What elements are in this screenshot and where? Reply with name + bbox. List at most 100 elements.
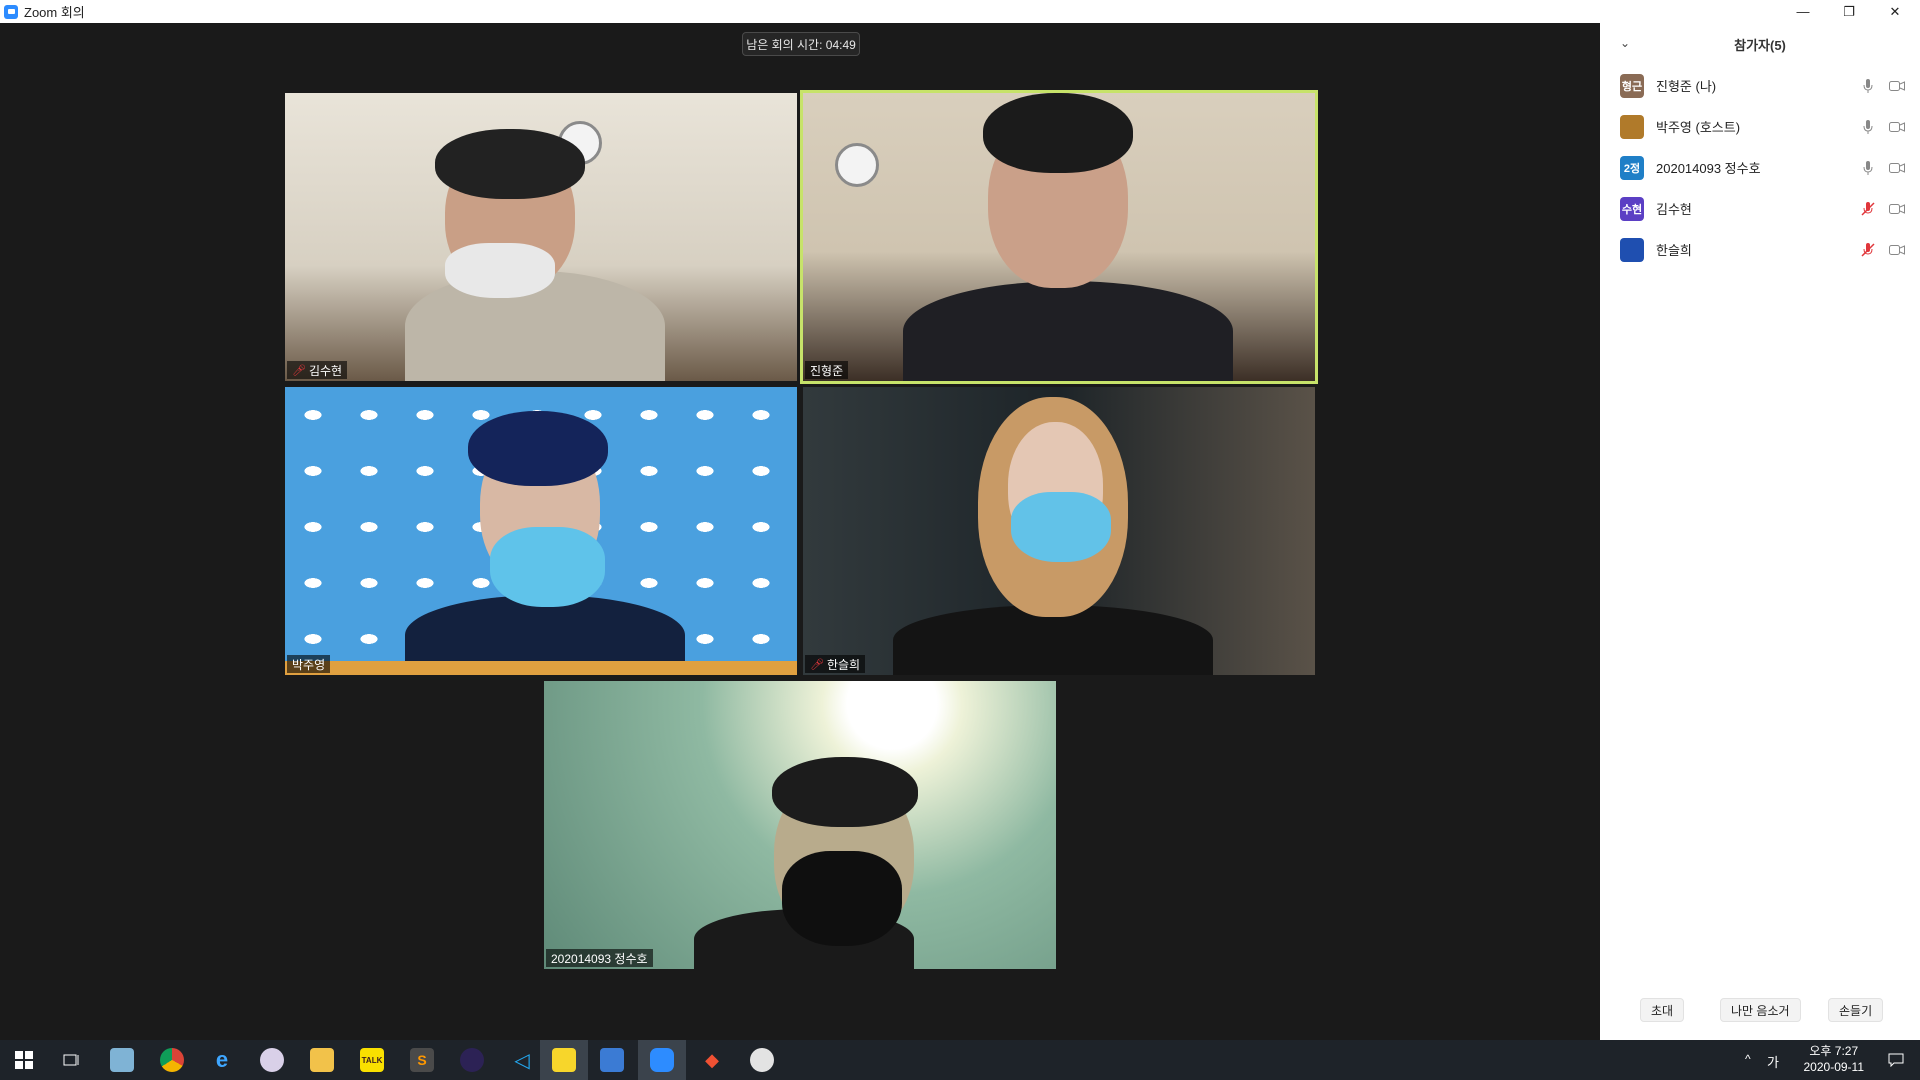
mic-on-icon[interactable]: [1860, 160, 1876, 176]
taskbar-app-kakaotalk[interactable]: TALK: [348, 1040, 396, 1080]
taskbar-app-vscode[interactable]: ◁: [498, 1040, 546, 1080]
chrome-icon: [160, 1048, 184, 1072]
participants-title: 참가자(5): [1734, 37, 1786, 53]
panel-footer: 초대 나만 음소거 손들기: [1600, 980, 1920, 1040]
video-camera-icon[interactable]: [1888, 78, 1906, 94]
dictionary-icon: [600, 1048, 624, 1072]
video-camera-icon[interactable]: [1888, 160, 1906, 176]
tile-name: 202014093 정수호: [551, 951, 648, 966]
task-view-button[interactable]: [48, 1040, 96, 1080]
participant-row[interactable]: 박주영 (호스트): [1600, 106, 1920, 147]
avatar: [1620, 237, 1644, 262]
avatar: 2정: [1620, 155, 1644, 180]
taskbar-app-notes[interactable]: [98, 1040, 146, 1080]
taskbar-app-sticky-notes[interactable]: [540, 1040, 588, 1080]
floor-strip: [285, 661, 797, 675]
windows-logo-icon: [15, 1051, 33, 1069]
notes-app-icon: [110, 1048, 134, 1072]
restore-button[interactable]: ❐: [1826, 0, 1872, 23]
minimize-button[interactable]: —: [1780, 0, 1826, 23]
remaining-time-badge: 남은 회의 시간: 04:49: [742, 32, 860, 56]
ime-indicator[interactable]: 가: [1767, 1052, 1779, 1071]
eclipse-icon: [460, 1048, 484, 1072]
participant-row[interactable]: 수현 김수현: [1600, 188, 1920, 229]
mic-on-icon[interactable]: [1860, 78, 1876, 94]
tile-nameplate: 진형준: [805, 361, 849, 379]
mic-on-icon[interactable]: [1860, 119, 1876, 135]
mic-muted-icon[interactable]: [1860, 242, 1876, 258]
tile-name: 진형준: [810, 363, 844, 378]
participant-name: 202014093 정수호: [1656, 161, 1761, 176]
mute-me-button[interactable]: 나만 음소거: [1720, 998, 1801, 1022]
video-tile-kim-suhyun[interactable]: 🎤︎ 김수현: [285, 93, 797, 381]
avatar: 형근: [1620, 73, 1644, 98]
close-button[interactable]: ✕: [1872, 0, 1918, 23]
video-tile-jin-hyeongjun[interactable]: 진형준: [800, 90, 1318, 384]
taskbar-app-dictionary[interactable]: [588, 1040, 636, 1080]
sublime-text-icon: S: [410, 1048, 434, 1072]
tile-nameplate: 🎤︎ 한슬희: [805, 655, 866, 673]
taskbar-app-paint[interactable]: [248, 1040, 296, 1080]
window-titlebar: Zoom 회의 — ❐ ✕: [0, 0, 1920, 23]
avatar: [1620, 114, 1644, 139]
face-mask: [1011, 492, 1111, 562]
notification-center-button[interactable]: [1872, 1040, 1920, 1080]
participant-name: 진형준 (나): [1656, 79, 1717, 94]
avatar: 수현: [1620, 196, 1644, 221]
muted-mic-icon: 🎤︎: [810, 658, 824, 671]
kakaotalk-icon: TALK: [360, 1048, 384, 1072]
raise-hand-button[interactable]: 손들기: [1828, 998, 1884, 1022]
muted-mic-icon: 🎤︎: [292, 364, 306, 377]
baseball-cap: [468, 411, 608, 486]
internet-explorer-icon: e: [215, 1047, 229, 1072]
invite-button[interactable]: 초대: [1640, 998, 1685, 1022]
participant-hair: [772, 757, 918, 827]
taskbar-app-ie[interactable]: e: [198, 1040, 246, 1080]
taskbar-app-eclipse[interactable]: [448, 1040, 496, 1080]
window-title: Zoom 회의: [24, 5, 85, 20]
participant-name: 김수현: [1656, 202, 1692, 217]
video-tile-jeong-suho[interactable]: 202014093 정수호: [544, 681, 1056, 969]
video-tile-park-juyoung[interactable]: 박주영: [285, 387, 797, 675]
sticky-notes-icon: [552, 1048, 576, 1072]
taskbar-app-explorer[interactable]: [298, 1040, 346, 1080]
participant-name: 박주영 (호스트): [1656, 120, 1741, 135]
close-icon: ✕: [1889, 3, 1901, 19]
paint-3d-icon: [750, 1048, 774, 1072]
collapse-chevron-icon[interactable]: ⌄: [1620, 36, 1630, 50]
windows-taskbar: e TALK S ◁ ◆ ^ 가 오후 7:27 2020-09-11: [0, 1040, 1920, 1080]
tile-nameplate: 박주영: [287, 655, 331, 673]
minimize-icon: —: [1796, 4, 1810, 19]
tile-nameplate: 🎤︎ 김수현: [287, 361, 348, 379]
taskbar-clock[interactable]: 오후 7:27 2020-09-11: [1804, 1043, 1865, 1075]
taskbar-app-paint-3d[interactable]: [738, 1040, 786, 1080]
tray-overflow-chevron-icon[interactable]: ^: [1745, 1052, 1751, 1066]
taskbar-app-chrome[interactable]: [148, 1040, 196, 1080]
participant-row[interactable]: 한슬희: [1600, 229, 1920, 270]
video-camera-icon[interactable]: [1888, 242, 1906, 258]
participant-row[interactable]: 2정 202014093 정수호: [1600, 147, 1920, 188]
video-camera-icon[interactable]: [1888, 201, 1906, 217]
video-camera-icon[interactable]: [1888, 119, 1906, 135]
clock-time: 오후 7:27: [1809, 1044, 1859, 1058]
taskbar-app-sublime[interactable]: S: [398, 1040, 446, 1080]
tile-nameplate: 202014093 정수호: [546, 949, 653, 967]
participant-row[interactable]: 형근 진형준 (나): [1600, 65, 1920, 106]
taskbar-app-git[interactable]: ◆: [688, 1040, 736, 1080]
notification-icon: [1888, 1053, 1904, 1067]
participant-hair: [983, 93, 1133, 173]
face-mask: [490, 527, 605, 607]
restore-icon: ❐: [1843, 3, 1855, 19]
start-button[interactable]: [0, 1040, 48, 1080]
wall-clock: [835, 143, 879, 187]
participant-name: 한슬희: [1656, 243, 1692, 258]
taskbar-app-zoom[interactable]: [638, 1040, 686, 1080]
git-icon: ◆: [705, 1049, 719, 1070]
participant-list: 형근 진형준 (나) 박주영 (호스트) 2정 202014093 정수호 수현…: [1600, 65, 1920, 270]
tile-name: 한슬희: [826, 657, 861, 672]
clock-date: 2020-09-11: [1803, 1060, 1865, 1074]
mic-muted-icon[interactable]: [1860, 201, 1876, 217]
video-tile-han-seulhee[interactable]: 🎤︎ 한슬희: [803, 387, 1315, 675]
paint-icon: [260, 1048, 284, 1072]
folder-icon: [310, 1048, 334, 1072]
